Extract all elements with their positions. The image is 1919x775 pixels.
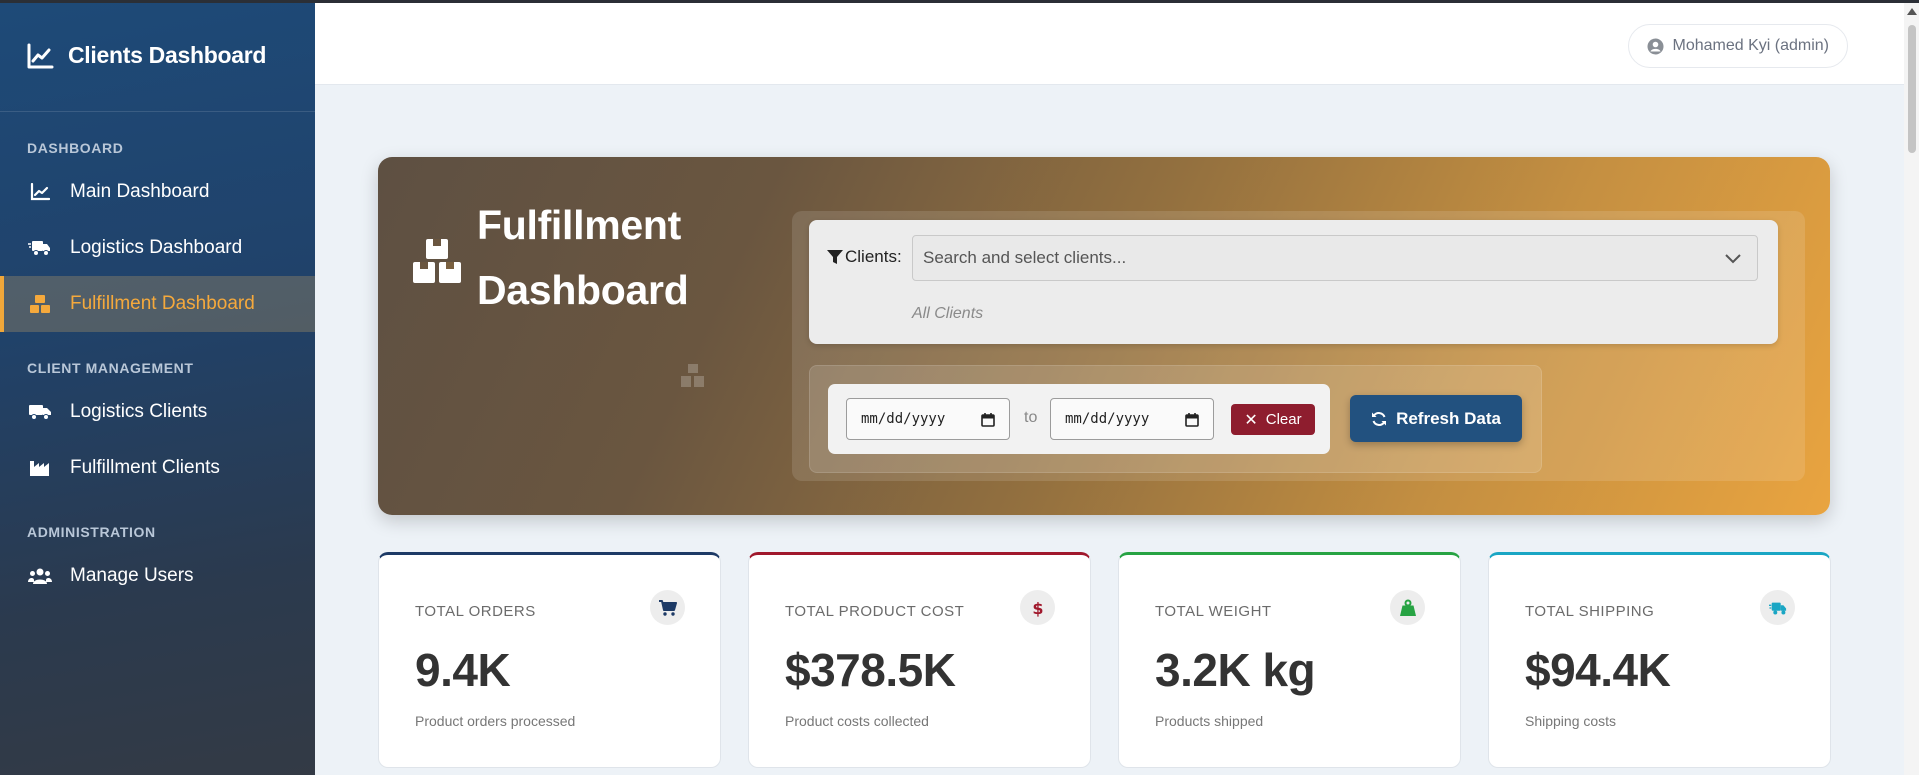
clear-button-label: Clear — [1265, 411, 1302, 428]
sidebar-item-logistics-dashboard[interactable]: Logistics Dashboard — [0, 220, 315, 276]
clear-dates-button[interactable]: ✕ Clear — [1231, 404, 1315, 435]
refresh-icon — [1372, 411, 1387, 426]
clients-select[interactable]: Search and select clients... — [912, 235, 1758, 281]
sidebar-item-label: Logistics Dashboard — [70, 237, 243, 258]
section-label-dashboard: DASHBOARD — [27, 140, 124, 156]
refresh-button-label: Refresh Data — [1396, 408, 1501, 428]
stat-card-value: $378.5K — [785, 644, 956, 696]
section-label-administration: ADMINISTRATION — [27, 524, 156, 540]
stat-card-subtitle: Product orders processed — [415, 713, 576, 729]
page-title-line2: Dashboard — [477, 267, 689, 313]
boxes-icon — [413, 239, 461, 283]
clients-filter-label: Clients: — [827, 247, 902, 267]
boxes-watermark-icon — [681, 364, 704, 387]
clients-label-text: Clients: — [845, 247, 902, 266]
clients-selection-hint: All Clients — [912, 305, 984, 322]
calendar-icon[interactable] — [981, 412, 995, 427]
section-label-client-management: CLIENT MANAGEMENT — [27, 360, 194, 376]
page-title: Fulfillment Dashboard — [477, 193, 727, 323]
chevron-down-icon — [1725, 254, 1741, 264]
stat-card-value: 3.2K kg — [1155, 644, 1316, 696]
users-icon — [28, 565, 52, 587]
date-range-box: mm/dd/yyyy to mm/dd/yyyy ✕ Clear — [828, 384, 1330, 454]
boxes-icon — [28, 293, 52, 315]
top-bar: Mohamed Kyi (admin) — [315, 3, 1904, 85]
filter-panel: Clients: Search and select clients... Al… — [792, 211, 1805, 481]
stat-card-value: 9.4K — [415, 644, 511, 696]
page-title-line1: Fulfillment — [477, 202, 681, 248]
chart-line-icon — [28, 181, 52, 203]
client-filter-box: Clients: Search and select clients... Al… — [809, 220, 1778, 344]
stat-card-label: TOTAL WEIGHT — [1155, 603, 1272, 620]
sidebar-item-label: Fulfillment Dashboard — [70, 293, 255, 314]
cart-icon — [650, 590, 685, 625]
sidebar-item-fulfillment-clients[interactable]: Fulfillment Clients — [0, 440, 315, 496]
truck-fast-icon — [28, 237, 52, 259]
end-date-input[interactable]: mm/dd/yyyy — [1050, 398, 1214, 440]
industry-icon — [28, 457, 52, 479]
stat-card-label: TOTAL SHIPPING — [1525, 603, 1655, 620]
stat-card-subtitle: Products shipped — [1155, 713, 1264, 729]
weight-icon — [1390, 590, 1425, 625]
user-name: Mohamed Kyi (admin) — [1672, 37, 1830, 54]
refresh-data-button[interactable]: Refresh Data — [1350, 395, 1522, 442]
sidebar: Clients Dashboard DASHBOARD Main Dashboa… — [0, 0, 315, 775]
dollar-icon: $ — [1020, 590, 1055, 625]
close-icon: ✕ — [1244, 411, 1258, 429]
stat-card-total-orders: TOTAL ORDERS 9.4K Product orders process… — [378, 552, 721, 768]
user-circle-icon — [1647, 38, 1663, 54]
stat-card-subtitle: Shipping costs — [1525, 713, 1617, 729]
clients-select-placeholder: Search and select clients... — [923, 248, 1127, 267]
scroll-up-arrow-icon[interactable] — [1907, 8, 1917, 15]
filter-icon — [827, 250, 843, 264]
sidebar-item-fulfillment-dashboard[interactable]: Fulfillment Dashboard — [0, 276, 315, 332]
sidebar-item-label: Logistics Clients — [70, 401, 208, 422]
sidebar-brand[interactable]: Clients Dashboard — [0, 0, 315, 112]
start-date-input[interactable]: mm/dd/yyyy — [846, 398, 1010, 440]
sidebar-item-label: Main Dashboard — [70, 181, 210, 202]
date-range-separator: to — [1024, 409, 1038, 426]
window-top-border — [0, 0, 1919, 3]
stat-card-label: TOTAL PRODUCT COST — [785, 603, 965, 620]
end-date-placeholder: mm/dd/yyyy — [1065, 411, 1150, 427]
chart-line-icon — [27, 43, 54, 68]
sidebar-item-label: Fulfillment Clients — [70, 457, 220, 478]
stat-card-value: $94.4K — [1525, 644, 1671, 696]
sidebar-item-manage-users[interactable]: Manage Users — [0, 548, 315, 604]
stat-card-total-product-cost: TOTAL PRODUCT COST $ $378.5K Product cos… — [748, 552, 1091, 768]
stat-card-total-shipping: TOTAL SHIPPING $94.4K Shipping costs — [1488, 552, 1831, 768]
shipping-truck-icon — [1760, 590, 1795, 625]
start-date-placeholder: mm/dd/yyyy — [861, 411, 946, 427]
stat-card-label: TOTAL ORDERS — [415, 603, 536, 620]
scrollbar-thumb[interactable] — [1908, 25, 1916, 153]
stat-card-subtitle: Product costs collected — [785, 713, 929, 729]
brand-title: Clients Dashboard — [68, 42, 267, 68]
stat-card-total-weight: TOTAL WEIGHT 3.2K kg Products shipped — [1118, 552, 1461, 768]
svg-text:$: $ — [1032, 599, 1043, 617]
sidebar-item-logistics-clients[interactable]: Logistics Clients — [0, 384, 315, 440]
calendar-icon[interactable] — [1185, 412, 1199, 427]
sidebar-item-label: Manage Users — [70, 565, 194, 586]
truck-icon — [28, 401, 52, 423]
fulfillment-hero: Fulfillment Dashboard Clients: Search an… — [378, 157, 1830, 515]
date-filter-panel: mm/dd/yyyy to mm/dd/yyyy ✕ Clear Refresh… — [809, 365, 1542, 473]
sidebar-item-main-dashboard[interactable]: Main Dashboard — [0, 164, 315, 220]
user-menu[interactable]: Mohamed Kyi (admin) — [1627, 24, 1848, 68]
page-scrollbar[interactable] — [1904, 3, 1919, 775]
